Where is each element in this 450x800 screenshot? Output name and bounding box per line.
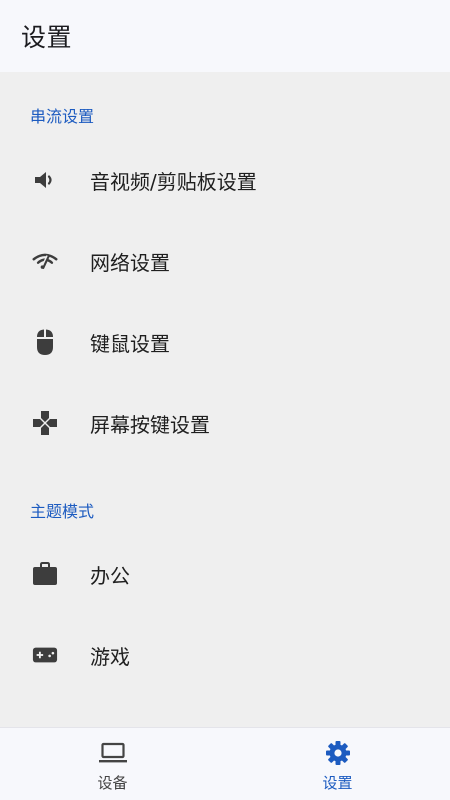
theme-item-game[interactable]: 游戏 xyxy=(0,615,450,695)
theme-item-label: 游戏 xyxy=(90,644,130,669)
laptop-icon xyxy=(98,740,128,766)
settings-item-label: 音视频/剪贴板设置 xyxy=(90,169,257,194)
gear-icon xyxy=(323,740,353,766)
game-controller-icon xyxy=(32,642,58,668)
app-bar: 设置 xyxy=(0,0,450,72)
nav-label-settings: 设置 xyxy=(322,774,353,792)
settings-item-keyboard-mouse[interactable]: 键鼠设置 xyxy=(0,302,450,382)
gamepad-dpad-icon xyxy=(32,410,58,436)
settings-item-network[interactable]: 网络设置 xyxy=(0,221,450,301)
section-header-streaming: 串流设置 xyxy=(30,107,95,126)
section-header-theme: 主题模式 xyxy=(30,502,95,521)
network-icon xyxy=(32,248,58,274)
settings-item-label: 键鼠设置 xyxy=(90,331,170,356)
bottom-navigation: 设备 设置 xyxy=(0,727,450,800)
nav-item-settings[interactable]: 设置 xyxy=(225,728,450,800)
settings-list: 串流设置 音视频/剪贴板设置 网络设置 键鼠设置 屏幕按键设置 主题模式 办公 … xyxy=(0,72,450,727)
settings-item-screen-keys[interactable]: 屏幕按键设置 xyxy=(0,383,450,463)
settings-item-label: 网络设置 xyxy=(90,250,170,275)
nav-item-devices[interactable]: 设备 xyxy=(0,728,225,800)
settings-item-label: 屏幕按键设置 xyxy=(90,412,210,437)
settings-item-av-clipboard[interactable]: 音视频/剪贴板设置 xyxy=(0,140,450,220)
volume-icon xyxy=(32,167,58,193)
briefcase-icon xyxy=(32,561,58,587)
theme-item-label: 办公 xyxy=(90,563,130,588)
page-title: 设置 xyxy=(21,23,73,52)
nav-label-devices: 设备 xyxy=(97,774,128,792)
mouse-icon xyxy=(32,329,58,355)
theme-item-office[interactable]: 办公 xyxy=(0,534,450,614)
